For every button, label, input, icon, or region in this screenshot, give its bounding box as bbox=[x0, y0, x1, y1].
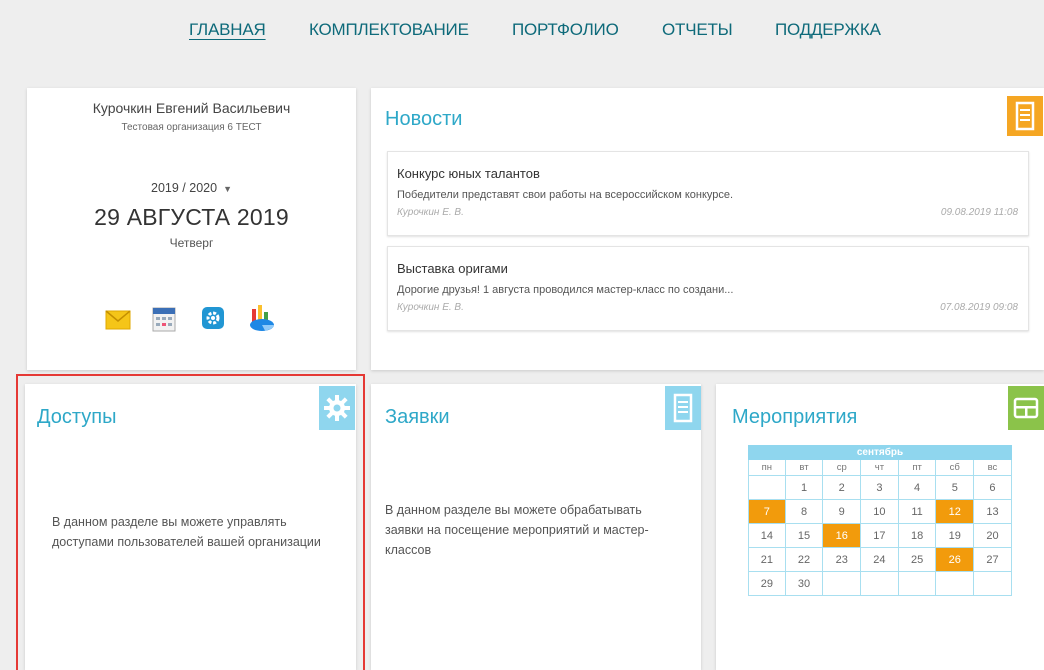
calendar-day[interactable]: 24 bbox=[861, 548, 899, 572]
events-calendar: пн вт ср чт пт сб вс 1 2 3 4 5 6 7 8 9 10 11 12 13 14 15 16 17 1… bbox=[748, 460, 1012, 596]
calendar-weekday: вт bbox=[785, 460, 824, 476]
calendar-icon[interactable] bbox=[151, 305, 177, 338]
calendar-weekday: ср bbox=[823, 460, 862, 476]
news-title: Новости bbox=[385, 108, 463, 130]
calendar-day[interactable]: 15 bbox=[785, 524, 824, 548]
calendar-day[interactable]: 12 bbox=[936, 500, 975, 524]
calendar-day[interactable]: 26 bbox=[936, 548, 975, 572]
calendar-empty-cell bbox=[748, 476, 786, 500]
calendar-week: 123456 bbox=[748, 476, 1012, 500]
access-description-line: В данном разделе вы можете управлять bbox=[52, 515, 287, 529]
requests-description-line: классов bbox=[385, 543, 432, 557]
calendar-week: 29 30 bbox=[748, 572, 1012, 596]
news-card: Новости Конкурс юных талантов Победители… bbox=[371, 88, 1044, 370]
calendar-week: 21 22 23 24 25 26 27 bbox=[748, 548, 1012, 572]
calendar-empty-cell bbox=[898, 572, 937, 596]
news-item[interactable]: Выставка оригами Дорогие друзья! 1 авгус… bbox=[387, 246, 1029, 331]
calendar-day[interactable]: 21 bbox=[748, 548, 786, 572]
calendar-day[interactable]: 4 bbox=[898, 476, 937, 500]
news-item-title: Конкурс юных талантов bbox=[397, 166, 540, 181]
calendar-day[interactable]: 11 bbox=[898, 500, 937, 524]
calendar-day[interactable]: 3 bbox=[861, 476, 899, 500]
calendar-day[interactable]: 10 bbox=[861, 500, 899, 524]
quick-actions bbox=[27, 303, 356, 337]
calendar-week: 14 15 16 17 18 19 20 bbox=[748, 524, 1012, 548]
profile-card: Курочкин Евгений Васильевич Тестовая орг… bbox=[27, 88, 356, 370]
calendar-day[interactable]: 30 bbox=[785, 572, 824, 596]
calendar-weekday: пн bbox=[748, 460, 786, 476]
academic-year-value: 2019 / 2020 bbox=[151, 181, 218, 195]
access-title: Доступы bbox=[37, 406, 117, 428]
calendar-day[interactable]: 6 bbox=[974, 476, 1012, 500]
news-item-author: Курочкин Е. В. bbox=[397, 207, 464, 218]
nav-portfolio[interactable]: ПОРТФОЛИО bbox=[512, 20, 619, 40]
calendar-day[interactable]: 22 bbox=[785, 548, 824, 572]
calendar-week: 7 8 9 10 11 12 13 bbox=[748, 500, 1012, 524]
nav-staffing[interactable]: КОМПЛЕКТОВАНИЕ bbox=[309, 20, 469, 40]
document-icon[interactable] bbox=[665, 386, 701, 430]
calendar-day[interactable]: 25 bbox=[898, 548, 937, 572]
requests-title: Заявки bbox=[385, 406, 450, 428]
calendar-day[interactable]: 13 bbox=[974, 500, 1012, 524]
current-date: 29 АВГУСТА 2019 bbox=[94, 204, 289, 230]
calendar-day[interactable]: 5 bbox=[936, 476, 975, 500]
requests-card[interactable]: Заявки В данном разделе вы можете обраба… bbox=[371, 384, 701, 670]
settings-icon[interactable] bbox=[201, 306, 225, 335]
calendar-day[interactable]: 27 bbox=[974, 548, 1012, 572]
news-item-date: 09.08.2019 11:08 bbox=[940, 207, 1018, 218]
chart-icon[interactable] bbox=[247, 303, 277, 338]
calendar-weekday-row: пн вт ср чт пт сб вс bbox=[748, 460, 1012, 476]
calendar-day[interactable]: 8 bbox=[785, 500, 824, 524]
events-card: Мероприятия сентябрь пн вт ср чт пт сб вс 1 2 3 4 5… bbox=[716, 384, 1044, 670]
calendar-day[interactable]: 17 bbox=[861, 524, 899, 548]
calendar-weekday: вс bbox=[974, 460, 1012, 476]
news-item-description: Дорогие друзья! 1 августа проводился мас… bbox=[397, 284, 734, 296]
calendar-day[interactable]: 20 bbox=[974, 524, 1012, 548]
calendar-day[interactable]: 16 bbox=[823, 524, 862, 548]
calendar-month: сентябрь bbox=[748, 445, 1012, 460]
news-icon[interactable] bbox=[1007, 96, 1043, 136]
calendar-weekday: сб bbox=[936, 460, 975, 476]
news-item-description: Победители представят свои работы на все… bbox=[397, 189, 734, 201]
user-name: Курочкин Евгений Васильевич bbox=[92, 100, 291, 116]
chevron-down-icon: ▼ bbox=[223, 184, 232, 194]
requests-description-line: заявки на посещение мероприятий и мастер… bbox=[385, 523, 649, 537]
news-item-author: Курочкин Е. В. bbox=[397, 302, 464, 313]
requests-description: В данном разделе вы можете обрабатывать … bbox=[385, 500, 649, 560]
calendar-day[interactable]: 14 bbox=[748, 524, 786, 548]
events-title: Мероприятия bbox=[732, 406, 858, 428]
board-icon[interactable] bbox=[1008, 386, 1044, 430]
news-item-date: 07.08.2019 09:08 bbox=[940, 302, 1018, 313]
calendar-day[interactable]: 29 bbox=[748, 572, 786, 596]
calendar-empty-cell bbox=[861, 572, 899, 596]
access-card[interactable]: Доступы В данном разделе вы можете управ… bbox=[25, 384, 356, 670]
gear-icon[interactable] bbox=[319, 386, 355, 430]
calendar-day[interactable]: 9 bbox=[823, 500, 862, 524]
calendar-day[interactable]: 1 bbox=[785, 476, 824, 500]
calendar-weekday: чт bbox=[861, 460, 899, 476]
calendar-empty-cell bbox=[823, 572, 862, 596]
organization-name: Тестовая организация 6 ТЕСТ bbox=[121, 122, 262, 133]
calendar-day[interactable]: 19 bbox=[936, 524, 975, 548]
calendar-day[interactable]: 23 bbox=[823, 548, 862, 572]
mail-icon[interactable] bbox=[105, 309, 131, 336]
current-weekday: Четверг bbox=[169, 236, 214, 250]
access-description: В данном разделе вы можете управлять дос… bbox=[52, 512, 321, 552]
top-navigation: ГЛАВНАЯ КОМПЛЕКТОВАНИЕ ПОРТФОЛИО ОТЧЕТЫ … bbox=[0, 20, 1044, 50]
calendar-day[interactable]: 7 bbox=[748, 500, 786, 524]
calendar-day[interactable]: 18 bbox=[898, 524, 937, 548]
requests-description-line: В данном разделе вы можете обрабатывать bbox=[385, 503, 642, 517]
news-item-title: Выставка оригами bbox=[397, 261, 508, 276]
calendar-weekday: пт bbox=[898, 460, 937, 476]
calendar-day[interactable]: 2 bbox=[823, 476, 862, 500]
nav-home[interactable]: ГЛАВНАЯ bbox=[189, 20, 266, 40]
academic-year-select[interactable]: 2019 / 2020 ▼ bbox=[27, 181, 356, 195]
nav-support[interactable]: ПОДДЕРЖКА bbox=[775, 20, 881, 40]
nav-reports[interactable]: ОТЧЕТЫ bbox=[662, 20, 733, 40]
calendar-empty-cell bbox=[936, 572, 975, 596]
calendar-empty-cell bbox=[974, 572, 1012, 596]
news-item[interactable]: Конкурс юных талантов Победители предста… bbox=[387, 151, 1029, 236]
access-description-line: доступами пользователей вашей организаци… bbox=[52, 535, 321, 549]
